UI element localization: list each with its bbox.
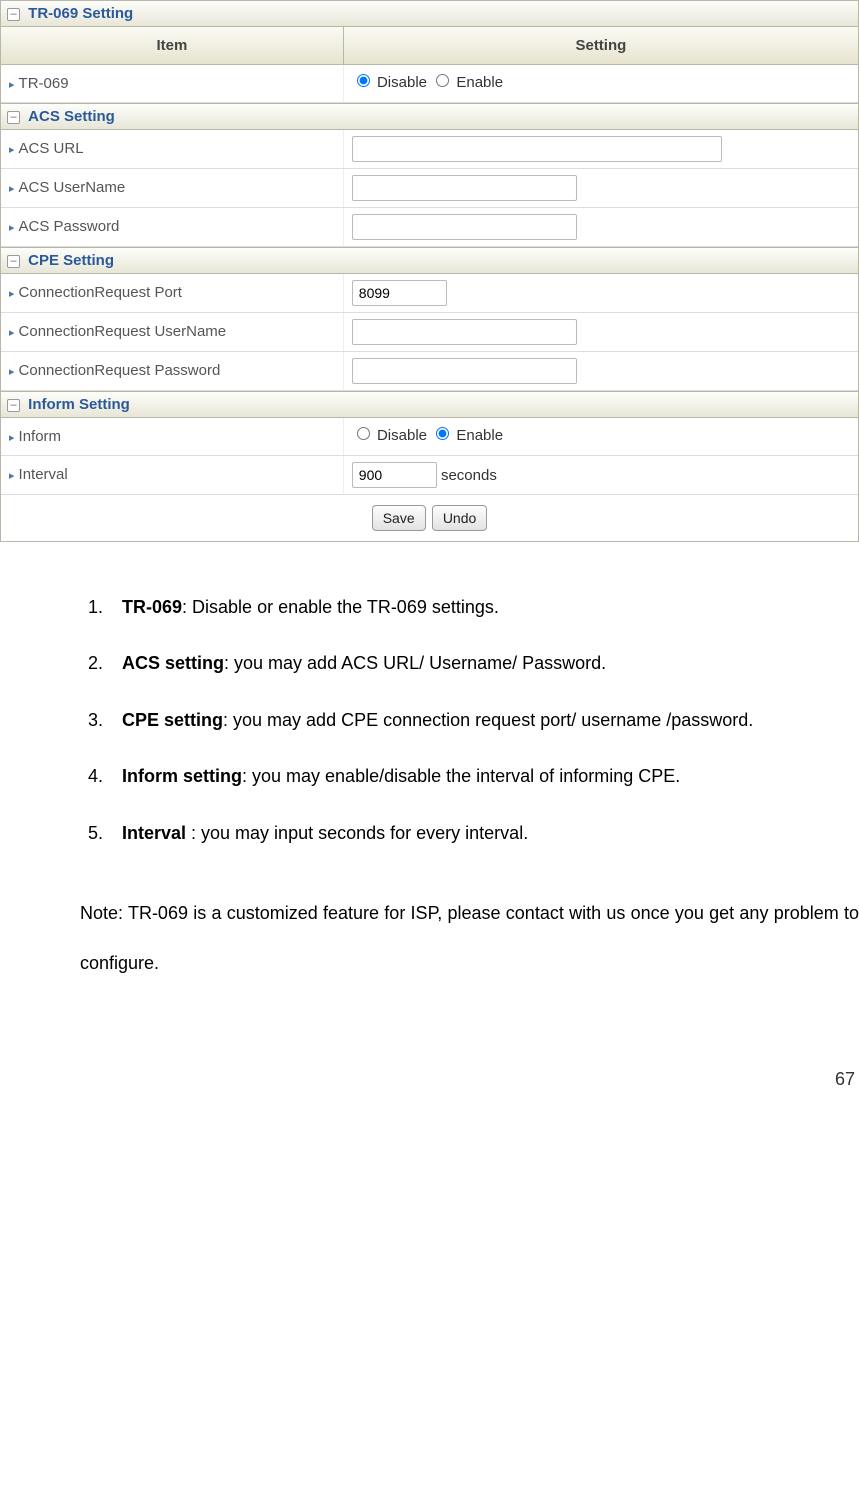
label-acs-user: ▸ACS UserName (1, 169, 344, 207)
row-interval: ▸Interval seconds (1, 456, 858, 495)
label-cpe-port: ▸ConnectionRequest Port (1, 274, 344, 312)
radio-tr069-enable[interactable] (436, 74, 449, 87)
label-cpe-user: ▸ConnectionRequest UserName (1, 313, 344, 351)
row-tr069: ▸TR-069 Disable Enable (1, 65, 858, 103)
save-button[interactable]: Save (372, 505, 426, 531)
value-cpe-user (344, 313, 858, 351)
row-cpe-user: ▸ConnectionRequest UserName (1, 313, 858, 352)
doc-item-4: Inform setting: you may enable/disable t… (108, 751, 859, 801)
label-acs-pass: ▸ACS Password (1, 208, 344, 246)
radio-tr069-disable[interactable] (357, 74, 370, 87)
value-tr069: Disable Enable (344, 65, 858, 102)
label-interval: ▸Interval (1, 456, 344, 494)
undo-button[interactable]: Undo (432, 505, 487, 531)
th-item: Item (1, 27, 344, 64)
doc-item-5: Interval : you may input seconds for eve… (108, 808, 859, 858)
value-cpe-pass (344, 352, 858, 390)
label-tr069: ▸TR-069 (1, 65, 344, 102)
collapse-icon[interactable]: – (7, 255, 20, 268)
collapse-icon[interactable]: – (7, 111, 20, 124)
settings-panel: – TR-069 Setting Item Setting ▸TR-069 Di… (0, 0, 859, 542)
value-acs-pass (344, 208, 858, 246)
row-cpe-pass: ▸ConnectionRequest Password (1, 352, 858, 391)
row-acs-pass: ▸ACS Password (1, 208, 858, 247)
row-acs-url: ▸ACS URL (1, 130, 858, 169)
caret-icon: ▸ (9, 183, 15, 195)
section-title-inform: Inform Setting (28, 396, 130, 413)
label-cpe-pass: ▸ConnectionRequest Password (1, 352, 344, 390)
value-inform: Disable Enable (344, 418, 858, 455)
section-title-tr069: TR-069 Setting (28, 5, 133, 22)
value-cpe-port (344, 274, 858, 312)
input-interval[interactable] (352, 462, 437, 488)
value-interval: seconds (344, 456, 858, 494)
doc-list: TR-069: Disable or enable the TR-069 set… (80, 582, 859, 858)
doc-note: Note: TR-069 is a customized feature for… (80, 888, 859, 989)
caret-icon: ▸ (9, 222, 15, 234)
label-inform: ▸Inform (1, 418, 344, 455)
section-header-cpe: – CPE Setting (1, 247, 858, 274)
input-acs-url[interactable] (352, 136, 722, 162)
section-header-acs: – ACS Setting (1, 103, 858, 130)
section-header-tr069: – TR-069 Setting (1, 1, 858, 27)
doc-item-1: TR-069: Disable or enable the TR-069 set… (108, 582, 859, 632)
radio-inform-disable[interactable] (357, 427, 370, 440)
caret-icon: ▸ (9, 366, 15, 378)
section-title-acs: ACS Setting (28, 108, 115, 125)
value-acs-user (344, 169, 858, 207)
input-acs-user[interactable] (352, 175, 577, 201)
doc-body: TR-069: Disable or enable the TR-069 set… (0, 542, 859, 989)
row-cpe-port: ▸ConnectionRequest Port (1, 274, 858, 313)
value-acs-url (344, 130, 858, 168)
input-cpe-port[interactable] (352, 280, 447, 306)
caret-icon: ▸ (9, 327, 15, 339)
row-acs-user: ▸ACS UserName (1, 169, 858, 208)
label-acs-url: ▸ACS URL (1, 130, 344, 168)
input-cpe-user[interactable] (352, 319, 577, 345)
collapse-icon[interactable]: – (7, 399, 20, 412)
caret-icon: ▸ (9, 432, 15, 444)
table-header-row: Item Setting (1, 27, 858, 65)
input-acs-pass[interactable] (352, 214, 577, 240)
row-inform: ▸Inform Disable Enable (1, 418, 858, 456)
page-number: 67 (0, 989, 859, 1100)
unit-seconds: seconds (441, 467, 497, 484)
caret-icon: ▸ (9, 288, 15, 300)
doc-item-3: CPE setting: you may add CPE connection … (108, 695, 859, 745)
caret-icon: ▸ (9, 470, 15, 482)
th-setting: Setting (344, 27, 858, 64)
input-cpe-pass[interactable] (352, 358, 577, 384)
section-header-inform: – Inform Setting (1, 391, 858, 418)
caret-icon: ▸ (9, 79, 15, 91)
doc-item-2: ACS setting: you may add ACS URL/ Userna… (108, 638, 859, 688)
section-title-cpe: CPE Setting (28, 252, 114, 269)
radio-inform-enable[interactable] (436, 427, 449, 440)
caret-icon: ▸ (9, 144, 15, 156)
button-row: Save Undo (1, 495, 858, 541)
collapse-icon[interactable]: – (7, 8, 20, 21)
